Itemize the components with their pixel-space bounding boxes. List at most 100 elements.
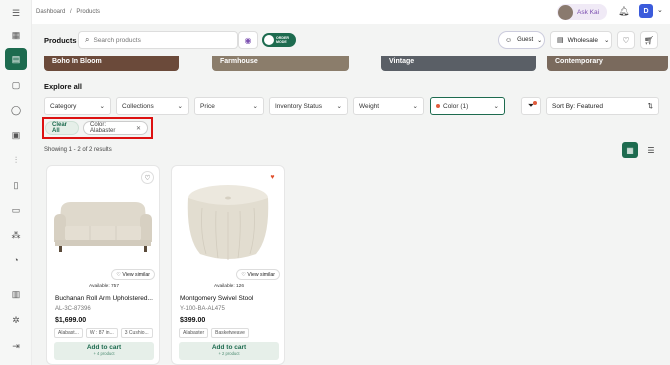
tag-icon: ▤ [557, 37, 564, 44]
results-count: Showing 1 - 2 of 2 results [44, 147, 112, 153]
banner-farmhouse[interactable]: Farmhouse [212, 56, 349, 71]
add-to-cart-button[interactable]: Add to cart + 2 product [179, 342, 279, 360]
view-similar-button[interactable]: ♡ View similar [236, 269, 280, 280]
dashboard-icon[interactable]: ▦ [8, 27, 24, 43]
filter-label: Category [50, 102, 77, 110]
filter-icon[interactable]: ⏷ [521, 97, 541, 115]
explore-title: Explore all [44, 82, 82, 91]
store-icon[interactable]: ▥ [8, 286, 24, 302]
close-icon[interactable]: ✕ [136, 125, 141, 132]
kai-avatar [558, 4, 573, 20]
chevron-down-icon: ⌄ [412, 103, 418, 110]
favorites-icon[interactable]: ♡ [617, 31, 635, 49]
product-tags: Alabaster Basketweave [179, 328, 249, 338]
tag: W : 87 in... [85, 328, 118, 338]
tag: Basketweave [211, 328, 249, 338]
breadcrumb-dashboard[interactable]: Dashboard [36, 9, 65, 15]
filter-inventory-status[interactable]: Inventory Status ⌄ [269, 97, 348, 115]
folder-icon[interactable]: ▭ [8, 202, 24, 218]
network-icon[interactable]: ⁂ [8, 227, 24, 243]
orders-icon[interactable]: ▣ [8, 127, 24, 143]
view-similar-label: View similar [122, 271, 150, 278]
price-level-select[interactable]: ▤ Wholesale ⌄ [550, 31, 612, 49]
breadcrumb: Dashboard / Products [36, 9, 103, 15]
view-similar-label: View similar [247, 271, 275, 278]
product-price: $1,699.00 [55, 317, 87, 324]
filter-indicator-dot [533, 101, 537, 105]
heart-icon[interactable]: ♡ [141, 171, 154, 184]
settings-icon[interactable]: ✲ [8, 312, 24, 328]
search-box[interactable]: ⌕ [78, 31, 238, 49]
filter-label: Price [200, 102, 215, 110]
filter-category[interactable]: Category ⌄ [44, 97, 111, 115]
chevron-down-icon: ⌄ [493, 103, 499, 110]
heart-outline-icon: ♡ [241, 271, 246, 278]
product-image[interactable] [49, 168, 157, 285]
ask-kai-label: Ask Kai [577, 8, 600, 16]
chevron-down-icon: ⌄ [603, 37, 610, 44]
product-tags: Alabast... W : 87 in... 3 Cushio... [54, 328, 153, 338]
filter-collections[interactable]: Collections ⌄ [116, 97, 189, 115]
color-filter-chip[interactable]: Color: Alabaster ✕ [83, 121, 148, 135]
camera-search-icon[interactable]: ◉ [238, 31, 258, 49]
heart-filled-icon[interactable]: ♥ [266, 171, 279, 184]
order-mode-toggle[interactable]: ORDER MODE [262, 33, 296, 47]
sliders-icon[interactable]: ⫶ [8, 152, 24, 168]
product-card[interactable]: ♡ ♡ View similar Available: 757 Buchanan… [46, 165, 160, 365]
cart-icon[interactable]: 🛒︎ [640, 31, 658, 49]
topbar: Dashboard / Products Ask Kai 🔔︎ D ⌄ [32, 0, 670, 24]
logout-icon[interactable]: ⇥ [8, 338, 24, 354]
page-title: Products [44, 36, 77, 45]
filter-label: Collections [122, 102, 154, 110]
heart-outline-icon: ♡ [116, 271, 121, 278]
banner-boho[interactable]: Boho In Bloom [44, 56, 179, 71]
availability: Available: 126 [213, 284, 245, 289]
chevron-down-icon: ⌄ [177, 103, 183, 110]
list-view-icon[interactable]: ☰ [643, 142, 659, 158]
search-input[interactable] [93, 36, 224, 44]
active-filter-dot [436, 103, 440, 108]
menu-icon[interactable]: ☰ [8, 5, 24, 21]
filter-weight[interactable]: Weight ⌄ [353, 97, 424, 115]
user-icon[interactable]: ◯ [8, 102, 24, 118]
user-avatar[interactable]: D [639, 4, 653, 18]
file-icon[interactable]: ▯ [8, 177, 24, 193]
chevron-down-icon[interactable]: ⌄ [657, 6, 663, 14]
availability: Available: 757 [88, 284, 120, 289]
grid-view-icon[interactable]: ▦ [622, 142, 638, 158]
filter-price[interactable]: Price ⌄ [194, 97, 264, 115]
bell-icon[interactable]: 🔔︎ [618, 6, 629, 17]
product-name[interactable]: Montgomery Swivel Stool [180, 295, 280, 302]
product-card[interactable]: ♥ ♡ View similar Available: 126 Montgome… [171, 165, 285, 365]
collection-banners: Boho In Bloom Farmhouse Vintage Contempo… [32, 56, 670, 72]
sort-select[interactable]: Sort By: Featured ⇅ [546, 97, 659, 115]
guest-label: Guest [517, 37, 534, 43]
sidebar: ☰ ▦ ▤ ▢ ◯ ▣ ⫶ ▯ ▭ ⁂ ◔ ▥ ✲ ⇥ [0, 0, 32, 365]
banner-contemporary[interactable]: Contemporary [547, 56, 668, 71]
ask-kai-button[interactable]: Ask Kai [557, 4, 607, 20]
product-name[interactable]: Buchanan Roll Arm Upholstered... [55, 295, 155, 302]
price-level-label: Wholesale [567, 36, 598, 44]
guest-selector[interactable]: ☺ Guest ⌄ [498, 31, 545, 49]
chevron-down-icon: ⌄ [252, 103, 258, 110]
chevron-down-icon: ⌄ [336, 103, 342, 110]
banner-vintage[interactable]: Vintage [381, 56, 536, 71]
products-icon[interactable]: ▤ [5, 48, 27, 70]
filter-color[interactable]: Color (1) ⌄ [430, 97, 505, 115]
document-icon[interactable]: ▢ [8, 77, 24, 93]
view-similar-button[interactable]: ♡ View similar [111, 269, 155, 280]
products-toolbar: Products ⌕ ◉ ORDER MODE ☺ Guest ⌄ ▤ Whol… [32, 24, 670, 56]
sort-icon: ⇅ [647, 103, 653, 110]
main-content: Products ⌕ ◉ ORDER MODE ☺ Guest ⌄ ▤ Whol… [32, 24, 670, 365]
chevron-down-icon: ⌄ [537, 37, 543, 44]
filter-label: Weight [359, 102, 380, 110]
clear-all-button[interactable]: Clear All [45, 121, 79, 135]
product-sku: AL-3C-87396 [55, 306, 91, 312]
tag: Alabast... [54, 328, 83, 338]
product-sku: Y-100-BA-AL475 [180, 306, 225, 312]
person-icon: ☺ [505, 36, 513, 44]
sort-label: Sort By: Featured [552, 102, 603, 110]
add-to-cart-button[interactable]: Add to cart + 4 product [54, 342, 154, 360]
account-icon[interactable]: ◔ [8, 252, 24, 268]
product-image[interactable] [174, 168, 282, 285]
